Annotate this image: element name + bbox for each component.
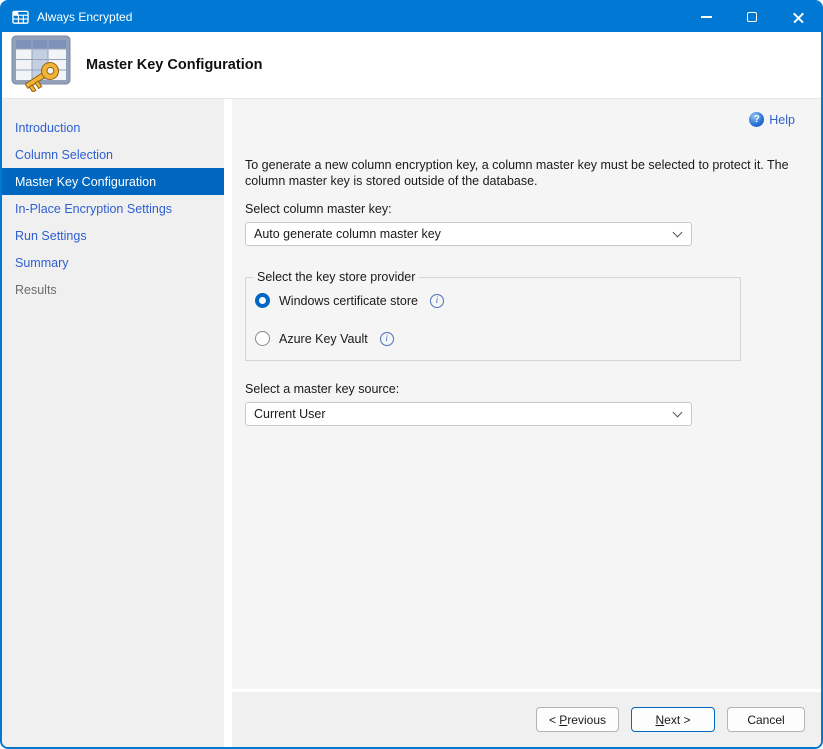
info-glyph: i [436, 296, 439, 306]
sidebar-item-introduction[interactable]: Introduction [2, 114, 224, 141]
wizard-body: Introduction Column Selection Master Key… [2, 99, 821, 747]
intro-text: To generate a new column encryption key,… [245, 158, 795, 189]
sidebar-item-run-settings[interactable]: Run Settings [2, 222, 224, 249]
minimize-button[interactable] [683, 2, 729, 32]
sidebar-item-summary[interactable]: Summary [2, 249, 224, 276]
sidebar-item-in-place-encryption-settings[interactable]: In-Place Encryption Settings [2, 195, 224, 222]
help-row: ? Help [245, 112, 795, 127]
wizard-header: Master Key Configuration [2, 32, 821, 99]
info-icon[interactable]: i [380, 332, 394, 346]
key-store-provider-legend: Select the key store provider [253, 270, 419, 284]
maximize-button[interactable] [729, 2, 775, 32]
table-key-icon [10, 34, 72, 97]
info-glyph: i [385, 334, 388, 344]
radio-selected-icon[interactable] [255, 293, 270, 308]
radio-unselected-icon[interactable] [255, 331, 270, 346]
help-icon[interactable]: ? [749, 112, 764, 127]
titlebar: Always Encrypted [2, 2, 821, 32]
master-key-source-select[interactable]: Current User [245, 402, 692, 426]
help-link[interactable]: Help [769, 113, 795, 127]
next-button[interactable]: Next > [631, 707, 715, 732]
next-button-rest: ext > [664, 713, 690, 727]
close-icon [792, 11, 805, 24]
always-encrypted-app-icon [12, 10, 29, 25]
wizard-footer: < Previous Next > Cancel [232, 692, 821, 747]
previous-button-prefix: < [549, 713, 559, 727]
maximize-icon [747, 12, 757, 22]
column-master-key-label: Select column master key: [245, 202, 795, 216]
info-icon[interactable]: i [430, 294, 444, 308]
sidebar-item-results: Results [2, 276, 224, 303]
window-controls [683, 2, 821, 32]
chevron-down-icon [673, 227, 683, 237]
radio-azure-key-vault-label: Azure Key Vault [279, 332, 368, 346]
sidebar-divider [224, 99, 232, 747]
chevron-down-icon [673, 407, 683, 417]
sidebar-item-master-key-configuration[interactable]: Master Key Configuration [2, 168, 224, 195]
previous-button[interactable]: < Previous [536, 707, 619, 732]
page-title: Master Key Configuration [86, 57, 262, 73]
help-glyph: ? [754, 114, 760, 125]
wizard-steps-sidebar: Introduction Column Selection Master Key… [2, 99, 224, 747]
sidebar-item-column-selection[interactable]: Column Selection [2, 141, 224, 168]
previous-button-rest: revious [567, 713, 606, 727]
key-store-provider-group: Select the key store provider Windows ce… [245, 277, 741, 361]
wizard-page: ? Help To generate a new column encrypti… [232, 99, 821, 747]
always-encrypted-wizard-window: Always Encrypted [0, 0, 823, 749]
next-button-mnemonic: N [655, 713, 664, 727]
column-master-key-value: Auto generate column master key [254, 227, 441, 241]
master-key-source-value: Current User [254, 407, 326, 421]
master-key-configuration-content: ? Help To generate a new column encrypti… [232, 99, 821, 689]
column-master-key-select[interactable]: Auto generate column master key [245, 222, 692, 246]
cancel-button[interactable]: Cancel [727, 707, 805, 732]
close-button[interactable] [775, 2, 821, 32]
radio-windows-certificate-store-label: Windows certificate store [279, 294, 418, 308]
minimize-icon [701, 16, 712, 18]
radio-azure-key-vault[interactable]: Azure Key Vault i [255, 331, 740, 346]
radio-windows-certificate-store[interactable]: Windows certificate store i [255, 293, 740, 308]
window-title: Always Encrypted [37, 10, 132, 24]
master-key-source-label: Select a master key source: [245, 382, 795, 396]
